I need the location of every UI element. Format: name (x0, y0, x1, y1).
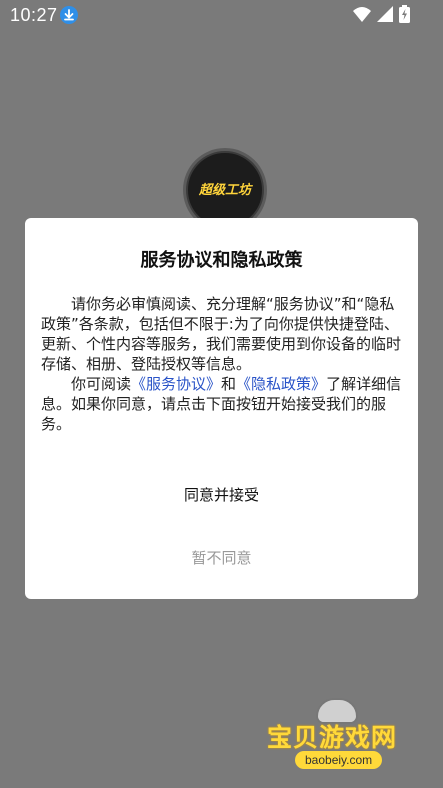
service-agreement-link[interactable]: 《服务协议》 (131, 375, 221, 393)
watermark: 宝贝游戏网 baobeiy.com (267, 698, 417, 770)
para2-text-and: 和 (221, 375, 237, 393)
app-logo-text: 超级工坊 (198, 183, 251, 198)
dialog-paragraph-1: 请你务必审慎阅读、充分理解“服务协议”和“隐私政策”各条款，包括但不限于:为了向… (41, 295, 402, 373)
wifi-icon (353, 6, 371, 27)
dialog-paragraph-2: 你可阅读《服务协议》和《隐私政策》了解详细信息。如果你同意，请点击下面按钮开始接… (41, 374, 402, 434)
privacy-policy-link[interactable]: 《隐私政策》 (236, 375, 326, 393)
watermark-text: 宝贝游戏网 (267, 723, 398, 752)
para2-text-before: 你可阅读 (71, 375, 132, 393)
disagree-button[interactable]: 暂不同意 (25, 539, 418, 575)
dialog-body: 请你务必审慎阅读、充分理解“服务协议”和“隐私政策”各条款，包括但不限于:为了向… (41, 294, 402, 434)
battery-charging-icon (399, 5, 410, 28)
privacy-dialog: 服务协议和隐私政策 请你务必审慎阅读、充分理解“服务协议”和“隐私政策”各条款，… (25, 218, 418, 599)
watermark-url: baobeiy.com (295, 751, 383, 769)
status-bar: 10:27 (0, 0, 443, 30)
agree-button[interactable]: 同意并接受 (25, 476, 418, 512)
signal-icon (377, 6, 393, 27)
status-time: 10:27 (10, 5, 58, 25)
dialog-title: 服务协议和隐私政策 (140, 250, 303, 271)
download-icon (60, 6, 78, 24)
